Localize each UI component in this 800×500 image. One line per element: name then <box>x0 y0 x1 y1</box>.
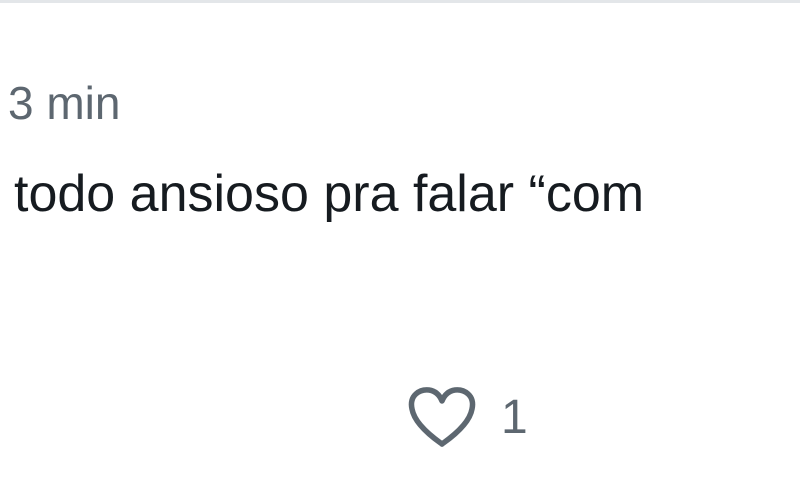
heart-icon[interactable] <box>405 383 479 453</box>
top-divider <box>0 0 800 3</box>
post-text: todo ansioso pra falar “com <box>14 165 645 223</box>
like-button[interactable]: 1 <box>405 383 528 453</box>
post-actions: 1 <box>405 378 528 458</box>
like-count: 1 <box>501 391 528 444</box>
post-timestamp: 3 min <box>8 77 121 129</box>
